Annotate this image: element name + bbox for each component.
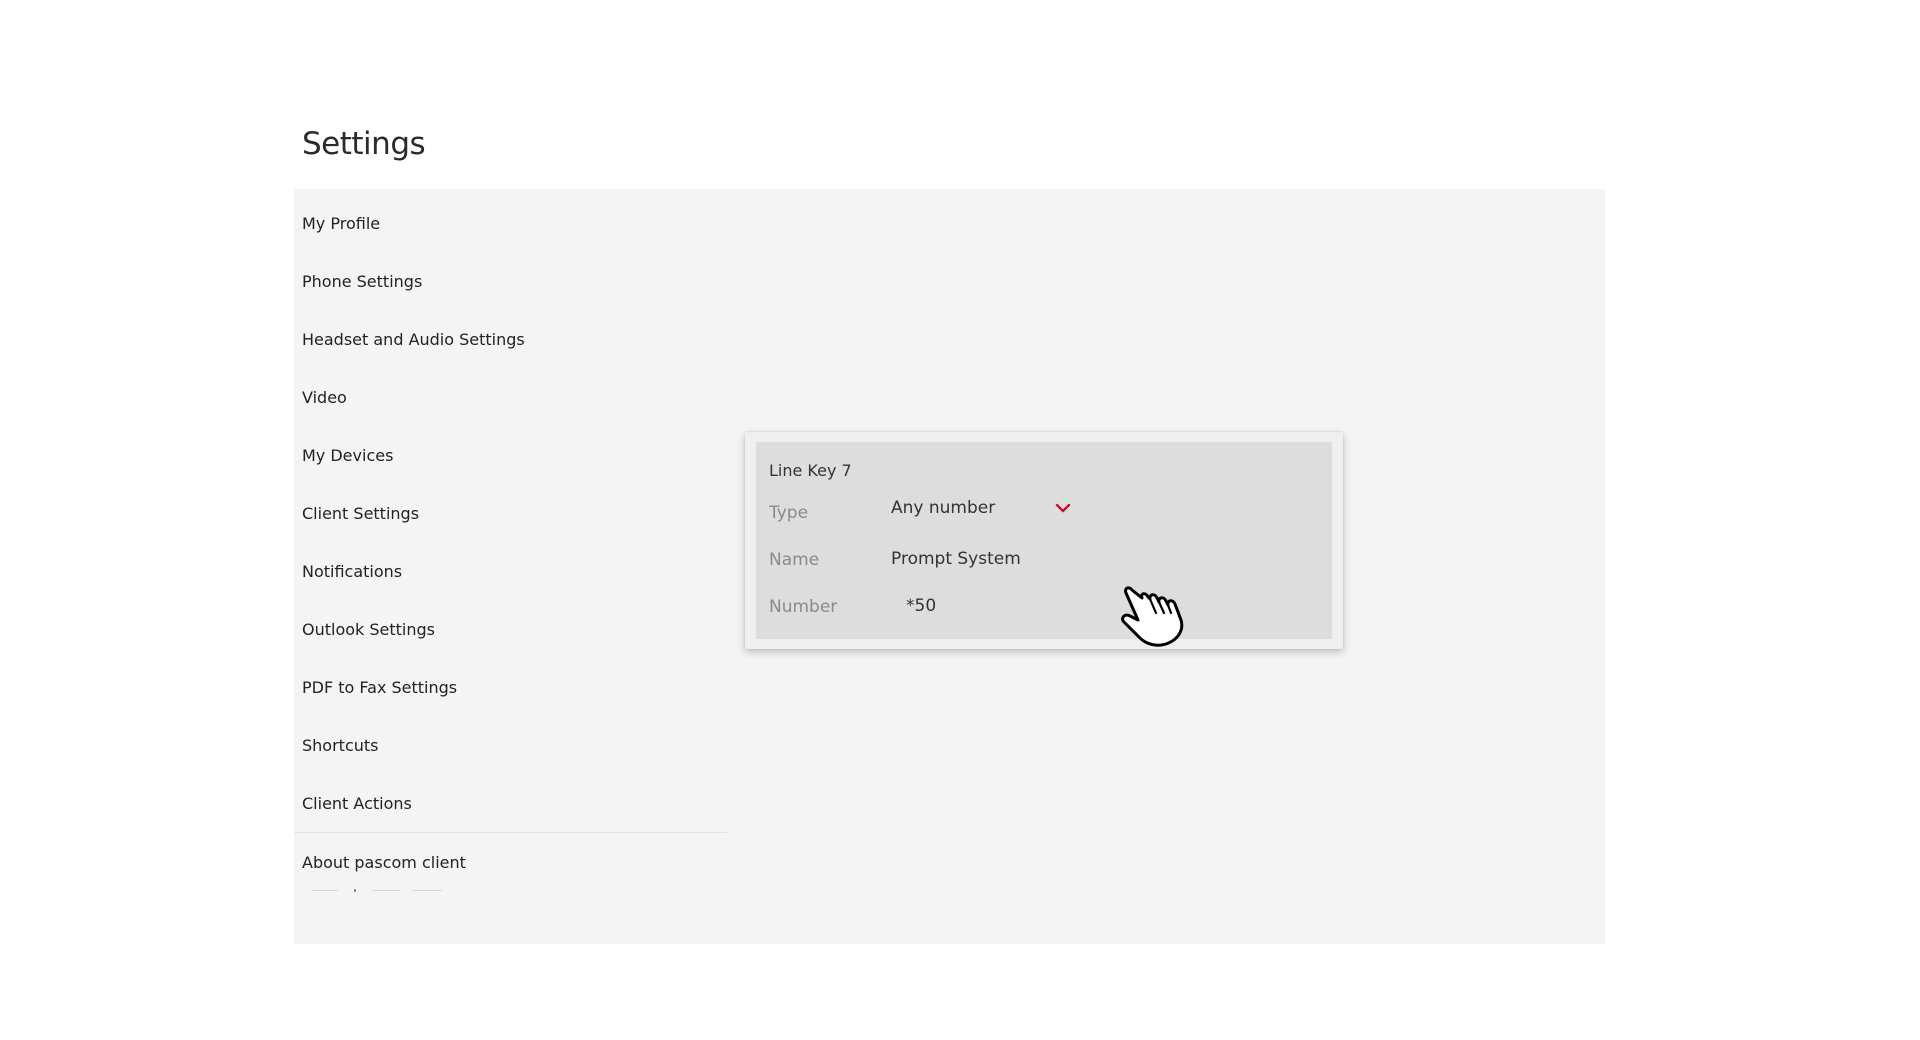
- type-dropdown[interactable]: Any number: [891, 491, 1076, 521]
- line-key-popup: Line Key 7 Type Any number Name Number: [745, 432, 1343, 649]
- sidebar-item-client-settings[interactable]: Client Settings: [302, 504, 419, 523]
- sidebar-item-client-actions[interactable]: Client Actions: [302, 794, 412, 813]
- number-label: Number: [769, 597, 838, 617]
- line-key-title: Line Key 7: [769, 461, 852, 480]
- sidebar-item-notifications[interactable]: Notifications: [302, 562, 402, 581]
- sidebar-item-shortcuts[interactable]: Shortcuts: [302, 736, 378, 755]
- sidebar-item-about[interactable]: About pascom client: [302, 853, 466, 872]
- sidebar-item-phone-settings[interactable]: Phone Settings: [302, 272, 422, 291]
- sidebar-item-my-devices[interactable]: My Devices: [302, 446, 393, 465]
- line-key-form: Line Key 7 Type Any number Name Number: [756, 442, 1332, 639]
- settings-page: Settings My Profile Phone Settings Heads…: [0, 0, 1920, 1040]
- sidebar-item-video[interactable]: Video: [302, 388, 347, 407]
- number-input[interactable]: [906, 594, 1026, 618]
- name-label: Name: [769, 550, 820, 570]
- type-label: Type: [769, 503, 809, 523]
- chevron-down-icon: [1055, 503, 1071, 513]
- sidebar-next-item-clipped: [294, 887, 454, 893]
- sidebar-item-pdf-to-fax-settings[interactable]: PDF to Fax Settings: [302, 678, 457, 697]
- sidebar-item-my-profile[interactable]: My Profile: [302, 214, 380, 233]
- name-input[interactable]: [891, 547, 1191, 571]
- type-selected-value: Any number: [891, 498, 996, 518]
- page-title: Settings: [302, 126, 426, 162]
- sidebar-divider: [294, 832, 727, 833]
- sidebar-item-outlook-settings[interactable]: Outlook Settings: [302, 620, 435, 639]
- sidebar-item-headset-audio-settings[interactable]: Headset and Audio Settings: [302, 330, 525, 349]
